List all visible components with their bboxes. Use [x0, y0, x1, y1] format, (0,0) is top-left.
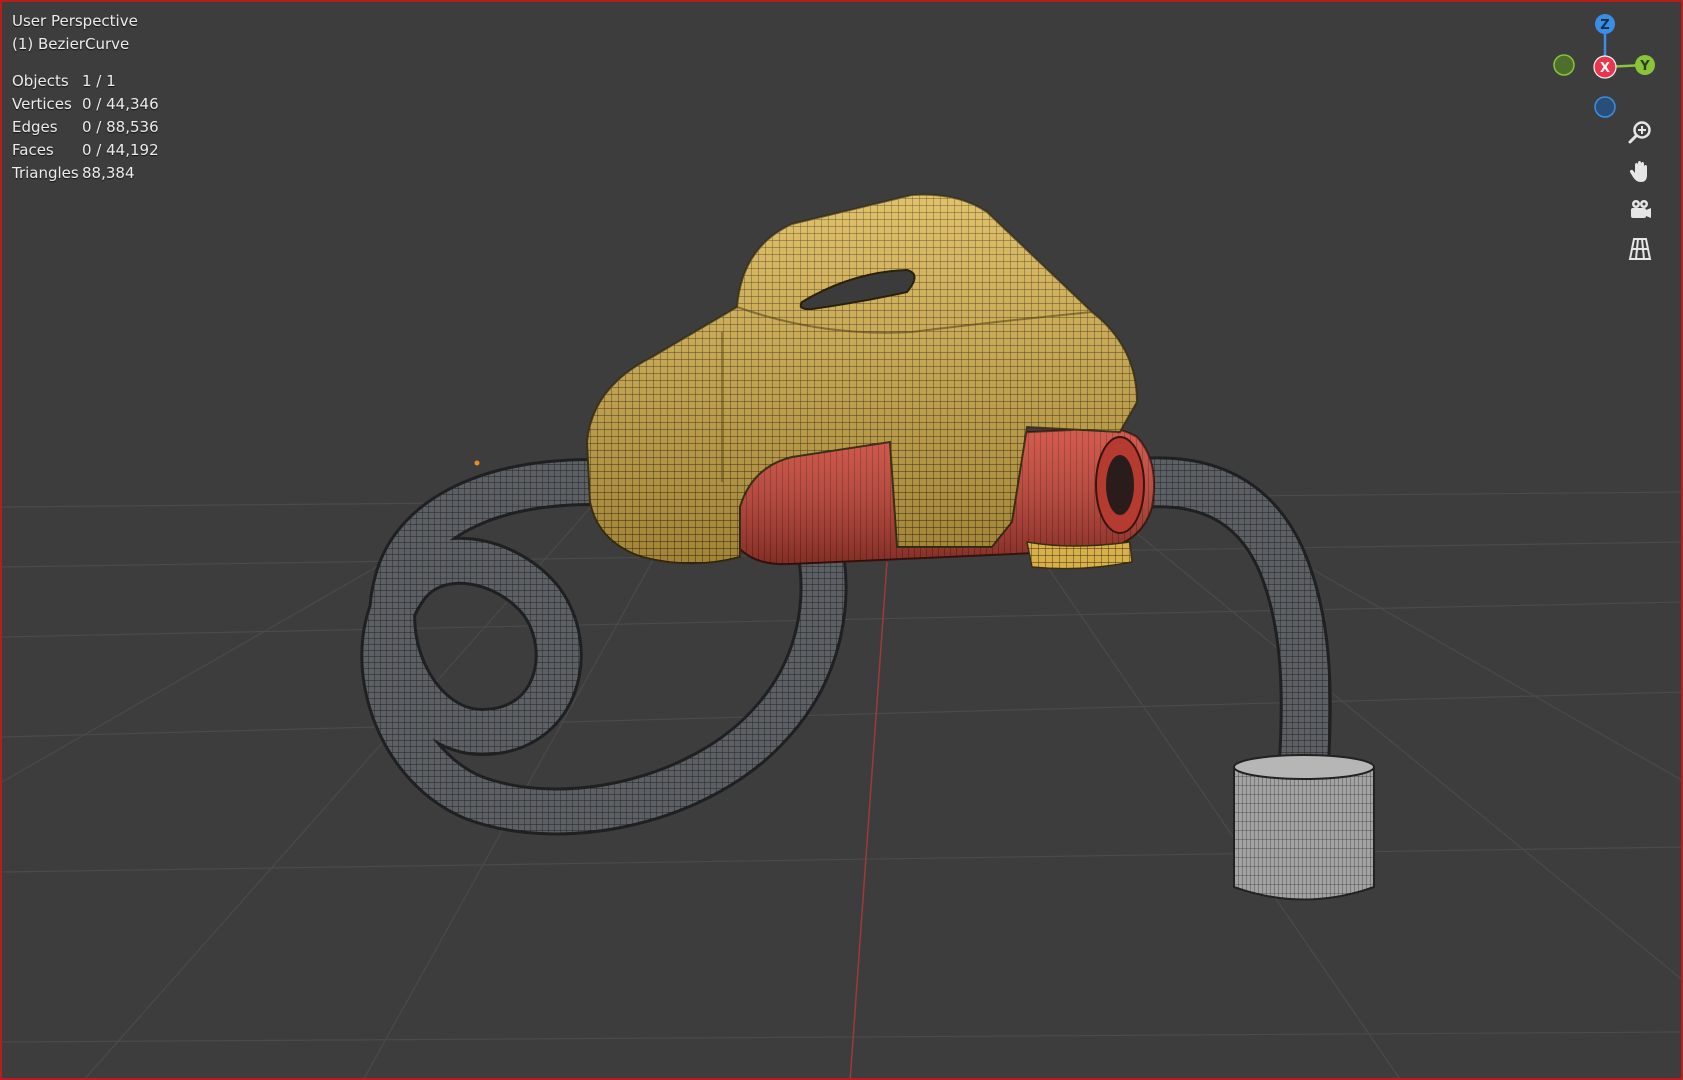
- gizmo-x-label: X: [1600, 61, 1610, 76]
- nozzle-cylinder: [1233, 754, 1375, 901]
- stat-value: 0 / 88,536: [82, 118, 159, 136]
- 3d-viewport[interactable]: User Perspective (1) BezierCurve Objects…: [0, 0, 1683, 1080]
- gizmo-z-label: Z: [1600, 18, 1609, 33]
- camera-icon: [1631, 200, 1651, 218]
- camera-view-button[interactable]: [1623, 193, 1657, 227]
- active-object-label: (1) BezierCurve: [12, 35, 130, 53]
- stat-value: 88,384: [82, 164, 135, 182]
- hand-pan-icon: [1629, 161, 1647, 182]
- stat-value: 0 / 44,192: [82, 141, 159, 159]
- stat-value: 0 / 44,346: [82, 95, 159, 113]
- ortho-toggle-button[interactable]: [1623, 232, 1657, 266]
- gizmo-neg-z[interactable]: [1594, 96, 1616, 118]
- zoom-button[interactable]: [1623, 116, 1657, 150]
- scene-canvas[interactable]: [2, 2, 1683, 1080]
- stat-label: Objects: [12, 72, 69, 90]
- grid-view-icon: [1628, 238, 1652, 260]
- pan-button[interactable]: [1623, 155, 1657, 189]
- navigation-gizmo[interactable]: Z Y X: [1542, 10, 1672, 120]
- gizmo-y-label: Y: [1639, 59, 1650, 74]
- zoom-icon: [1628, 121, 1651, 144]
- x-axis-line: [849, 561, 888, 1078]
- stat-label: Triangles: [12, 164, 79, 182]
- view-perspective-label: User Perspective: [12, 12, 138, 30]
- stat-value: 1 / 1: [82, 72, 116, 90]
- gizmo-neg-y[interactable]: [1553, 54, 1575, 76]
- stat-label: Edges: [12, 118, 58, 136]
- origin-point: [474, 460, 480, 466]
- stat-label: Vertices: [12, 95, 72, 113]
- stat-label: Faces: [12, 141, 54, 159]
